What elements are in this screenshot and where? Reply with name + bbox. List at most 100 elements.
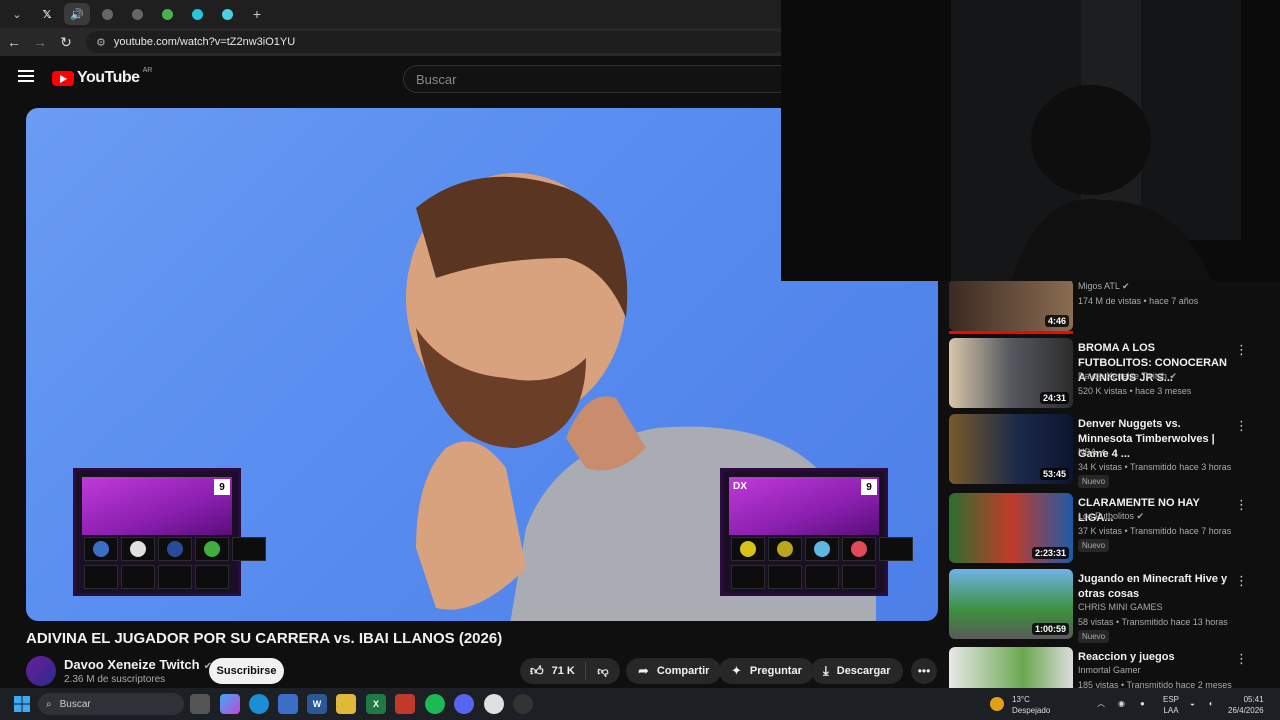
keyboard-layout: LAA xyxy=(1163,706,1179,715)
download-icon: ⤓ xyxy=(823,663,829,678)
recommendation-item[interactable]: 2:23:31 CLARAMENTE NO HAY LIGA... Los Fu… xyxy=(949,493,1269,563)
language-code: ESP xyxy=(1163,695,1180,704)
site-info-icon[interactable]: ⚙ xyxy=(96,36,106,49)
copilot-icon[interactable] xyxy=(220,694,240,714)
recommendation-channel: Migos ATL ✔ xyxy=(1078,281,1130,291)
weather-temp: 13°C xyxy=(1012,695,1030,704)
channel-name[interactable]: Davoo Xeneize Twitch ✔ xyxy=(64,657,212,672)
recommendation-item[interactable]: 53:45 Denver Nuggets vs. Minnesota Timbe… xyxy=(949,414,1269,488)
share-label: Compartir xyxy=(656,665,710,677)
recommendation-item[interactable]: 24:31 BROMA A LOS FUTBOLITOS: CONOCERAN … xyxy=(949,338,1269,408)
edge-icon[interactable] xyxy=(249,694,269,714)
recommendation-item[interactable]: Reaccion y juegos Inmortal Gamer 185 vis… xyxy=(949,647,1269,688)
share-button[interactable]: ➦ Compartir xyxy=(626,658,722,684)
video-thumbnail[interactable]: 4:46 xyxy=(949,279,1073,331)
word-icon[interactable]: W xyxy=(307,694,327,714)
tray-icon[interactable]: ◉ xyxy=(1118,698,1125,709)
tab-4[interactable] xyxy=(124,3,150,25)
tab-youtube-active[interactable]: 🔊 xyxy=(64,3,90,25)
excel-icon[interactable]: X xyxy=(366,694,386,714)
right-card-number: 9 xyxy=(861,479,877,495)
channel-avatar[interactable] xyxy=(26,656,56,686)
start-button[interactable] xyxy=(12,694,32,714)
tab-list-button[interactable]: ⌄ xyxy=(4,3,30,25)
app-icon-2[interactable] xyxy=(513,694,533,714)
recommendation-title: Jugando en Minecraft Hive y otras cosas xyxy=(1078,573,1228,600)
tab-6[interactable] xyxy=(184,3,210,25)
more-options-icon[interactable]: ⋮ xyxy=(1235,418,1248,434)
subscribe-button[interactable]: Suscribirse xyxy=(209,658,284,684)
video-duration: 24:31 xyxy=(1039,392,1069,404)
new-badge: Nuevo xyxy=(1078,475,1110,488)
ask-button[interactable]: ✦ Preguntar xyxy=(719,658,814,684)
recommendation-channel: Los Futbolitos ✔ xyxy=(1078,511,1145,521)
task-view-icon[interactable] xyxy=(190,694,210,714)
subscriber-count: 2.36 M de suscriptores xyxy=(64,674,166,685)
new-badge: Nuevo xyxy=(1078,539,1110,552)
more-options-icon[interactable]: ⋮ xyxy=(1235,573,1248,589)
youtube-logo[interactable]: YouTube AR xyxy=(52,67,152,87)
tab-3[interactable] xyxy=(94,3,120,25)
search-input[interactable]: Buscar xyxy=(403,65,783,93)
more-options-icon[interactable]: ⋮ xyxy=(1235,497,1248,513)
dislike-button[interactable]: 👎︎ xyxy=(586,665,620,678)
video-thumbnail[interactable]: 53:45 xyxy=(949,414,1073,484)
video-thumbnail[interactable] xyxy=(949,647,1073,688)
back-button[interactable]: ← xyxy=(2,30,26,54)
weather-widget[interactable]: 13°C Despejado xyxy=(1012,694,1050,716)
tray-chevron-icon[interactable]: ︿ xyxy=(1097,698,1105,709)
forward-button[interactable]: → xyxy=(28,30,52,54)
webcam-feed-image xyxy=(781,0,1280,281)
discord-icon[interactable] xyxy=(454,694,474,714)
url-field[interactable]: ⚙ youtube.com/watch?v=tZ2nw3iO1YU xyxy=(86,31,786,53)
download-label: Descargar xyxy=(836,665,891,677)
recommendation-meta: 34 K vistas • Transmitido hace 3 horas xyxy=(1078,462,1232,472)
new-tab-button[interactable]: + xyxy=(244,3,270,25)
video-thumbnail[interactable]: 2:23:31 xyxy=(949,493,1073,563)
video-thumbnail[interactable]: 24:31 xyxy=(949,338,1073,408)
tab-x[interactable]: 𝕏 xyxy=(34,3,60,25)
weather-icon[interactable] xyxy=(990,697,1004,711)
right-score-card: DX 9 xyxy=(720,468,913,596)
weather-desc: Despejado xyxy=(1012,706,1051,715)
right-card-label: DX xyxy=(733,481,747,492)
video-thumbnail[interactable]: 1:00:59 xyxy=(949,569,1073,639)
recommendation-channel: NBA ✔ xyxy=(1078,447,1107,457)
more-options-icon[interactable]: ⋮ xyxy=(1235,651,1248,667)
download-button[interactable]: ⤓ Descargar xyxy=(811,658,903,684)
language-indicator[interactable]: ESP LAA xyxy=(1163,694,1179,716)
taskbar-search[interactable]: ⌕ Buscar xyxy=(38,693,184,715)
thumbs-up-icon: 👍︎ xyxy=(530,663,544,678)
url-text: youtube.com/watch?v=tZ2nw3iO1YU xyxy=(113,36,296,48)
volume-icon[interactable]: ◖ xyxy=(1208,698,1213,709)
video-duration: 2:23:31 xyxy=(1031,547,1069,559)
app-icon[interactable] xyxy=(395,694,415,714)
more-actions-button[interactable]: ••• xyxy=(911,658,937,684)
reload-button[interactable]: ↻ xyxy=(54,30,78,54)
microphone-icon[interactable]: ● xyxy=(1140,698,1145,709)
tab-7[interactable] xyxy=(214,3,240,25)
recommendation-title: Reaccion y juegos xyxy=(1078,651,1175,663)
recommendation-meta: 174 M de vistas • hace 7 años xyxy=(1078,296,1199,306)
store-icon[interactable] xyxy=(278,694,298,714)
file-explorer-icon[interactable] xyxy=(336,694,356,714)
recommendation-item[interactable]: 1:00:59 Jugando en Minecraft Hive y otra… xyxy=(949,569,1269,643)
clock-date: 26/4/2026 xyxy=(1228,706,1264,715)
recommendation-meta: 185 vistas • Transmitido hace 2 meses xyxy=(1078,680,1232,688)
tab-5[interactable] xyxy=(154,3,180,25)
like-button[interactable]: 👍︎ 71 K xyxy=(520,662,586,680)
clock[interactable]: 05:41 26/4/2026 xyxy=(1228,694,1264,716)
network-icon[interactable]: ◒ xyxy=(1190,698,1195,709)
ask-label: Preguntar xyxy=(749,665,802,677)
video-title: ADIVINA EL JUGADOR POR SU CARRERA vs. IB… xyxy=(26,630,503,647)
chrome-icon[interactable] xyxy=(484,694,504,714)
spotify-icon[interactable] xyxy=(425,694,445,714)
recommendation-meta: 37 K vistas • Transmitido hace 7 horas xyxy=(1078,526,1232,536)
webcam-overlay xyxy=(781,0,1280,281)
taskbar-search-label: Buscar xyxy=(59,698,91,710)
menu-icon[interactable] xyxy=(18,70,34,82)
video-duration: 4:46 xyxy=(1044,315,1069,327)
video-duration: 53:45 xyxy=(1039,468,1069,480)
recommendation-channel: CHRIS MINI GAMES xyxy=(1078,602,1163,612)
more-options-icon[interactable]: ⋮ xyxy=(1235,342,1248,358)
